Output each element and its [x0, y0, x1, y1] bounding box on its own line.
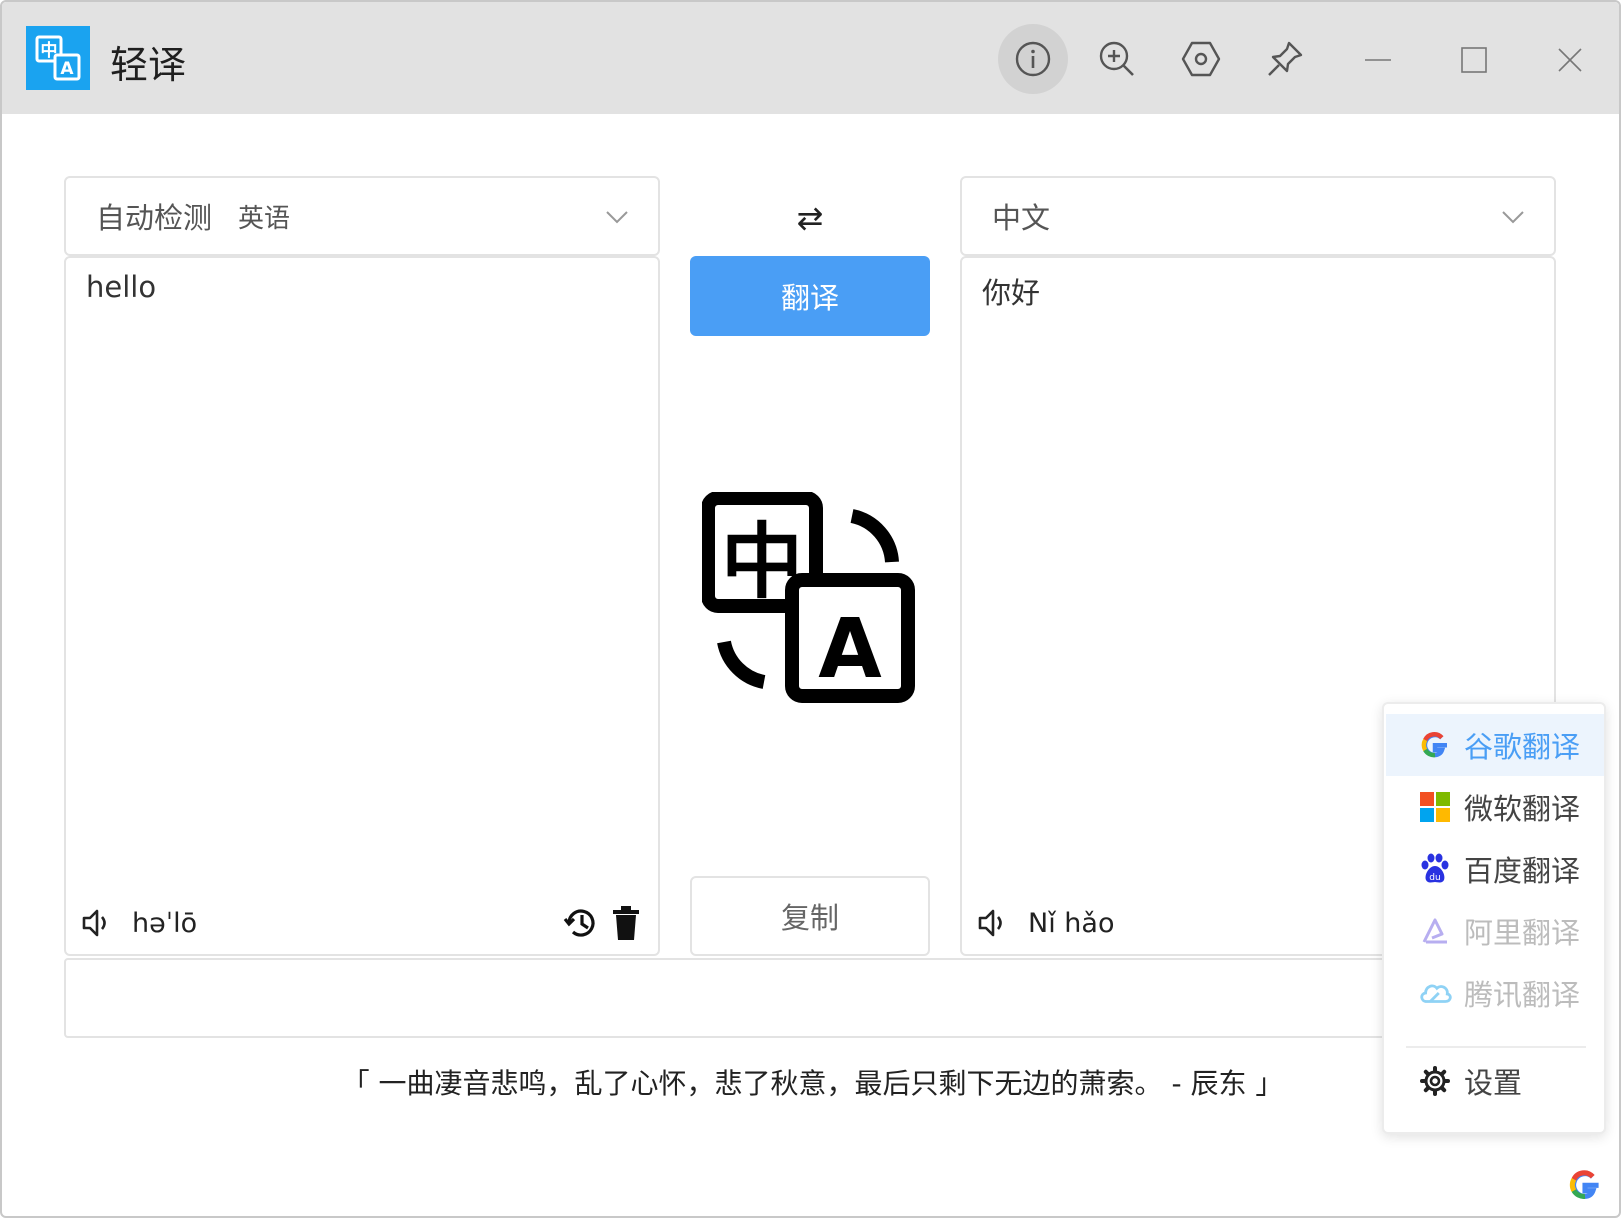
swap-icon: ⇄: [796, 199, 824, 237]
close-button[interactable]: [1542, 32, 1598, 88]
engine-item-tencent[interactable]: 腾讯翻译: [1386, 962, 1604, 1024]
speaker-icon[interactable]: [976, 906, 1010, 940]
trash-icon[interactable]: [610, 905, 642, 941]
source-text: hello: [86, 270, 157, 304]
source-tools: [562, 900, 642, 946]
info-button[interactable]: [998, 24, 1068, 94]
translate-button[interactable]: 翻译: [690, 256, 930, 336]
source-language-label: 自动检测: [96, 201, 213, 235]
svg-text:A: A: [818, 602, 882, 697]
gear-icon: [1418, 1064, 1452, 1098]
info-icon: [1015, 41, 1051, 77]
menu-item-settings[interactable]: 设置: [1386, 1050, 1604, 1112]
chevron-down-icon: [606, 211, 628, 224]
history-icon[interactable]: [562, 904, 600, 942]
source-text-area[interactable]: hello həˈlō: [64, 256, 660, 956]
maximize-icon: [1461, 47, 1487, 73]
engine-item-microsoft[interactable]: 微软翻译: [1386, 776, 1604, 838]
settings-hex-icon: [1181, 41, 1221, 77]
tencent-cloud-icon: [1418, 976, 1452, 1010]
engine-item-alibaba[interactable]: 阿里翻译: [1386, 900, 1604, 962]
app-title: 轻译: [110, 43, 187, 87]
title-bar: 中 A 轻译: [2, 2, 1619, 114]
copy-button[interactable]: 复制: [690, 876, 930, 956]
engine-label: 谷歌翻译: [1464, 730, 1581, 764]
engine-label: 阿里翻译: [1464, 916, 1581, 950]
menu-divider: [1406, 1046, 1586, 1048]
maximize-button[interactable]: [1446, 32, 1502, 88]
extra-output-box: [64, 958, 1558, 1038]
target-footer: Nǐ hǎo: [976, 900, 1114, 946]
google-icon: [1569, 1170, 1599, 1199]
engine-indicator-button[interactable]: [1568, 1168, 1602, 1202]
engine-label: 腾讯翻译: [1464, 978, 1581, 1012]
source-phonetic: həˈlō: [132, 907, 198, 939]
pin-button[interactable]: [1250, 24, 1320, 94]
target-text: 你好: [982, 276, 1041, 310]
alibaba-icon: [1418, 914, 1452, 948]
minimize-button[interactable]: [1350, 32, 1406, 88]
daily-quote: 「 一曲凄音悲鸣，乱了心怀，悲了秋意，最后只剩下无边的萧索。 - 辰东 」: [341, 1067, 1284, 1100]
speaker-icon[interactable]: [80, 906, 114, 940]
chevron-down-icon: [1502, 211, 1524, 224]
engine-item-baidu[interactable]: du 百度翻译: [1386, 838, 1604, 900]
translate-logo-icon: 中 A: [701, 491, 922, 716]
pin-icon: [1268, 41, 1303, 76]
engine-item-google[interactable]: 谷歌翻译: [1386, 714, 1604, 776]
svg-text:du: du: [1429, 873, 1440, 883]
settings-button[interactable]: [1166, 24, 1236, 94]
target-language-select[interactable]: 中文: [960, 176, 1556, 256]
settings-label: 设置: [1464, 1066, 1523, 1100]
swap-languages-button[interactable]: ⇄: [782, 198, 838, 238]
engine-menu: 谷歌翻译 微软翻译 du 百度翻译 阿里翻译 腾讯翻译 设置: [1382, 702, 1606, 1134]
app-window: 中 A 轻译 自动检测 英语 ⇄ 中文 hello həˈlō 你好 Nǐ hǎ…: [0, 0, 1621, 1218]
zoom-in-icon: [1099, 41, 1134, 76]
source-language-select[interactable]: 自动检测 英语: [64, 176, 660, 256]
app-logo-icon: 中 A: [26, 26, 90, 90]
google-icon: [1418, 728, 1452, 762]
target-phonetic: Nǐ hǎo: [1028, 907, 1115, 939]
minimize-icon: [1365, 59, 1391, 61]
microsoft-icon: [1418, 790, 1452, 824]
baidu-icon: du: [1418, 852, 1452, 886]
svg-text:A: A: [60, 59, 74, 79]
detected-language-label: 英语: [238, 203, 291, 234]
source-footer: həˈlō: [80, 900, 197, 946]
target-language-label: 中文: [992, 201, 1051, 235]
engine-label: 微软翻译: [1464, 792, 1581, 826]
close-icon: [1558, 48, 1582, 72]
zoom-button[interactable]: [1082, 24, 1152, 94]
engine-label: 百度翻译: [1464, 854, 1581, 888]
